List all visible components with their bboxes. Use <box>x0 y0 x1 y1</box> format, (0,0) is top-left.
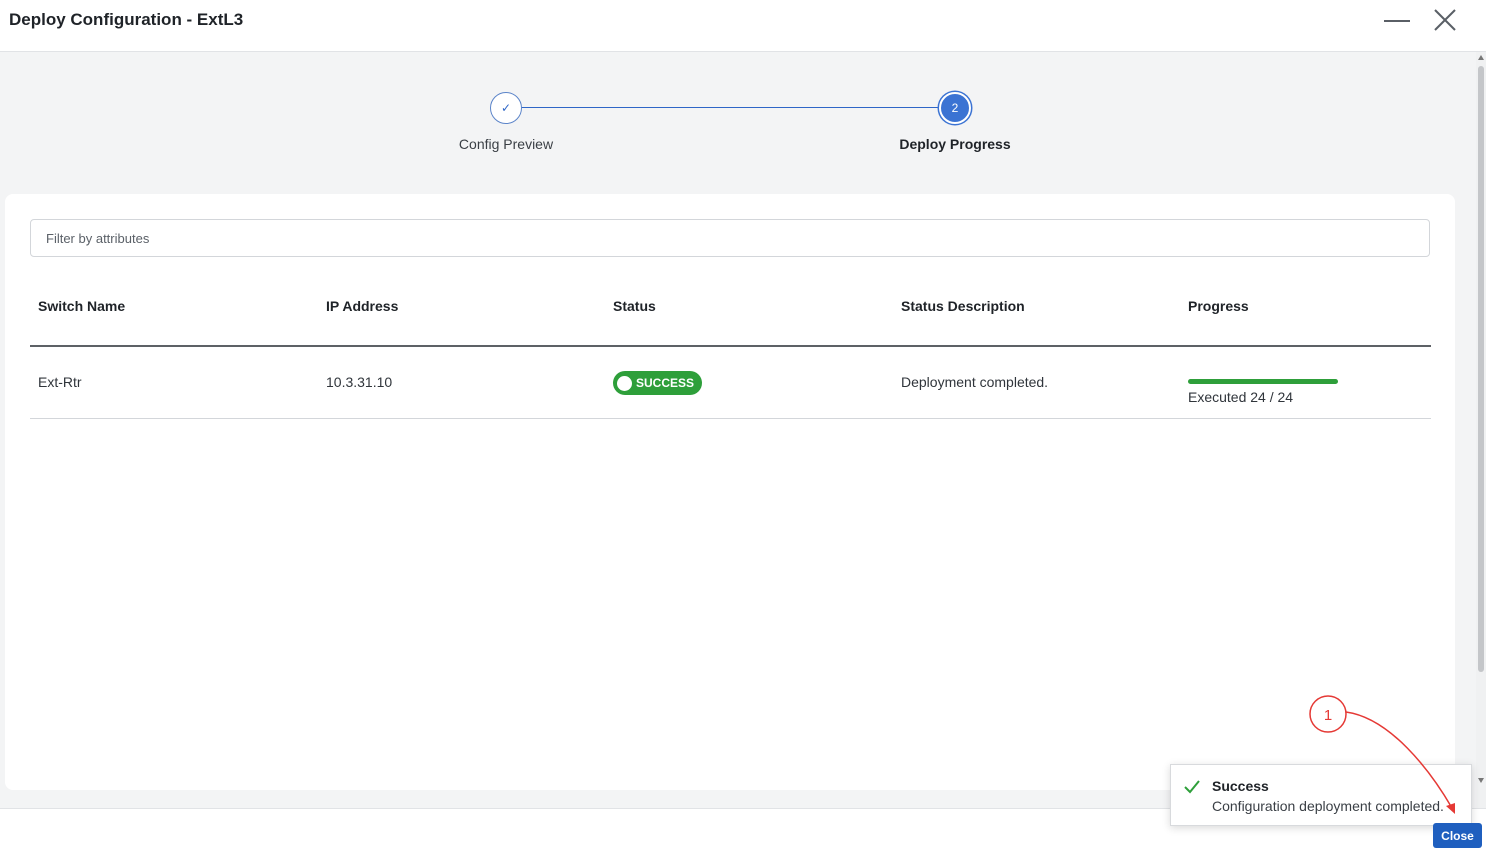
close-button[interactable]: Close <box>1433 823 1482 848</box>
filter-input[interactable] <box>31 220 1429 256</box>
progress-bar <box>1188 379 1338 384</box>
vertical-scrollbar[interactable] <box>1476 52 1486 808</box>
column-header-status-description[interactable]: Status Description <box>901 298 1025 314</box>
status-description-cell: Deployment completed. <box>901 374 1049 390</box>
status-dot-icon <box>617 375 632 391</box>
column-header-status[interactable]: Status <box>613 298 656 314</box>
minimize-button[interactable] <box>1382 6 1412 36</box>
step-1-check-icon[interactable]: ✓ <box>490 92 522 124</box>
step-label-deploy-progress: Deploy Progress <box>899 136 1011 152</box>
stepper-connector <box>521 107 941 108</box>
dialog-title-bar: Deploy Configuration - ExtL3 <box>0 0 1486 52</box>
ip-address-cell: 10.3.31.10 <box>326 374 393 390</box>
step-label-config-preview[interactable]: Config Preview <box>406 136 606 152</box>
switch-name-cell: Ext-Rtr <box>38 374 82 390</box>
dialog-body: ✓ 2 Config Preview Deploy Progress Switc… <box>0 52 1476 808</box>
table-row: Ext-Rtr 10.3.31.10 SUCCESS Deployment co… <box>30 347 1431 419</box>
column-header-progress[interactable]: Progress <box>1188 298 1249 314</box>
toast-message: Configuration deployment completed. <box>1212 798 1444 814</box>
scroll-up-arrow-icon[interactable] <box>1478 55 1484 60</box>
progress-bar-fill <box>1188 379 1338 384</box>
deploy-table: Switch Name IP Address Status Status Des… <box>30 284 1431 419</box>
deploy-results-card: Switch Name IP Address Status Status Des… <box>5 194 1455 790</box>
progress-text: Executed 24 / 24 <box>1188 389 1294 405</box>
column-header-ip-address[interactable]: IP Address <box>326 298 398 314</box>
wizard-stepper: ✓ 2 Config Preview Deploy Progress <box>0 52 1476 192</box>
close-window-button[interactable] <box>1430 6 1460 36</box>
check-icon <box>1184 780 1200 794</box>
table-header: Switch Name IP Address Status Status Des… <box>30 284 1431 347</box>
success-toast: Success Configuration deployment complet… <box>1170 764 1472 826</box>
status-badge-label: SUCCESS <box>636 376 695 390</box>
scrollbar-thumb[interactable] <box>1478 66 1484 672</box>
column-header-switch-name[interactable]: Switch Name <box>38 298 125 314</box>
filter-field[interactable] <box>30 219 1430 257</box>
minimize-icon <box>1384 20 1410 22</box>
dialog-title: Deploy Configuration - ExtL3 <box>9 10 244 29</box>
step-2-marker: 2 <box>939 92 971 124</box>
status-badge: SUCCESS <box>613 371 703 395</box>
scroll-down-arrow-icon[interactable] <box>1478 778 1484 783</box>
close-icon <box>1434 9 1456 31</box>
toast-title: Success <box>1212 778 1269 794</box>
